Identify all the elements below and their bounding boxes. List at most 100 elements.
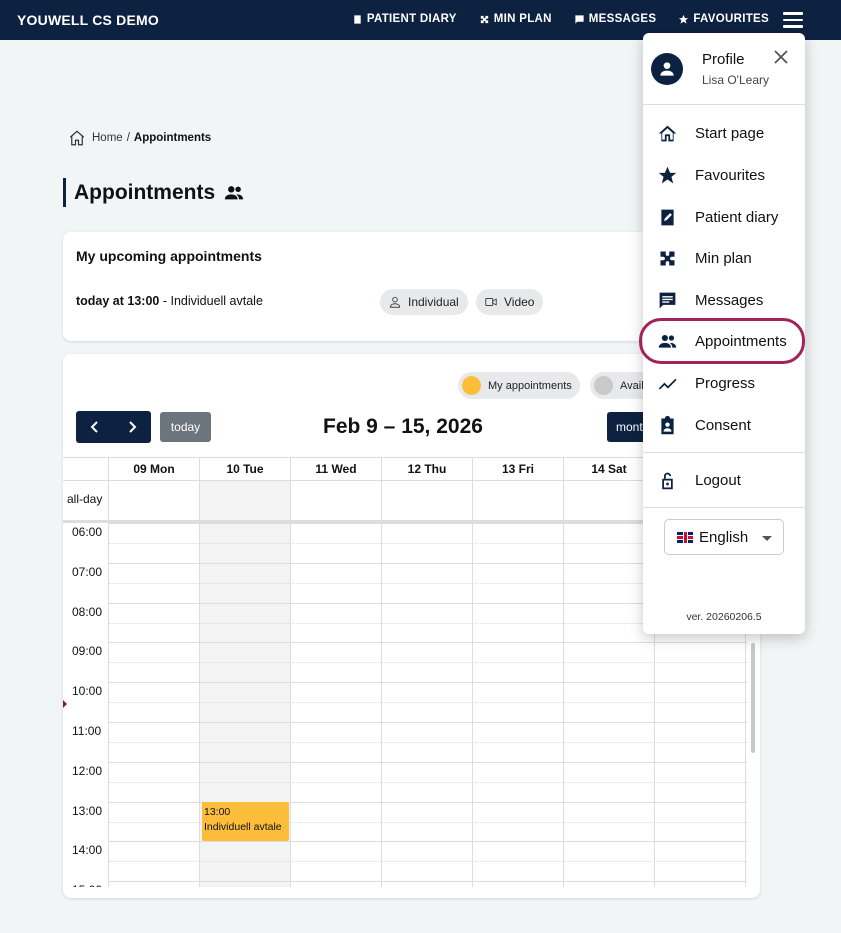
close-icon <box>774 50 788 64</box>
menu-item-label: Start page <box>695 124 765 142</box>
day-header[interactable]: 10 Tue <box>200 457 291 481</box>
menu-item-favourites[interactable]: Favourites <box>643 157 805 193</box>
nav-min-plan[interactable]: MIN PLAN <box>479 13 552 25</box>
half-hour-line <box>109 861 747 863</box>
next-week-button[interactable] <box>114 411 152 443</box>
profile-user-name: Lisa O'Leary <box>702 73 769 87</box>
time-label: 13:00 <box>72 803 103 818</box>
brand-title[interactable]: YOUWELL CS DEMO <box>17 12 159 28</box>
nav-patient-diary[interactable]: PATIENT DIARY <box>352 13 457 25</box>
hour-line <box>109 881 747 883</box>
prev-week-button[interactable] <box>76 411 114 443</box>
breadcrumb-current: Appointments <box>133 132 212 144</box>
nav-messages-label: MESSAGES <box>588 13 657 25</box>
top-nav: PATIENT DIARY MIN PLAN MESSAGES FAVOURIT… <box>352 13 769 25</box>
half-hour-line <box>109 781 747 783</box>
event-time: 13:00 <box>204 806 231 818</box>
legend-my-appointments[interactable]: My appointments <box>458 372 580 399</box>
day-column[interactable] <box>473 523 564 887</box>
day-header[interactable]: 13 Fri <box>473 457 564 481</box>
profile-title[interactable]: Profile <box>702 51 745 68</box>
calendar-header-corner <box>63 457 109 481</box>
menu-item-messages[interactable]: Messages <box>643 282 805 318</box>
day-column[interactable] <box>564 523 655 887</box>
menu-item-label: Messages <box>695 291 764 309</box>
hour-line <box>109 682 747 684</box>
day-column[interactable] <box>291 523 382 887</box>
calendar-event[interactable]: 13:00 Individuell avtale <box>202 802 289 841</box>
star-icon <box>656 164 678 186</box>
day-header[interactable]: 12 Thu <box>382 457 473 481</box>
hour-line <box>109 642 747 644</box>
person-icon <box>660 62 674 76</box>
all-day-cell[interactable] <box>382 481 473 521</box>
time-label: 15:00 <box>72 883 102 887</box>
menu-item-label: Progress <box>695 374 756 392</box>
event-title: Individuell avtale <box>204 821 282 833</box>
all-day-label: all-day <box>67 492 103 506</box>
menu-item-appointments[interactable]: Appointments <box>639 318 805 364</box>
all-day-cell[interactable] <box>564 481 655 521</box>
week-nav-buttons <box>76 411 151 443</box>
diary-icon <box>656 206 678 228</box>
breadcrumb-home[interactable]: Home <box>92 132 123 144</box>
breadcrumb: Home / Appointments <box>68 129 211 147</box>
menu-item-min-plan[interactable]: Min plan <box>643 240 805 276</box>
nav-favourites[interactable]: FAVOURITES <box>678 13 769 25</box>
progress-icon <box>656 372 678 394</box>
nav-messages[interactable]: MESSAGES <box>574 13 657 25</box>
all-day-cell[interactable] <box>473 481 564 521</box>
day-column[interactable] <box>109 523 200 887</box>
individual-chip-label: Individual <box>408 295 459 309</box>
menu-item-patient-diary[interactable]: Patient diary <box>643 199 805 235</box>
person-outline-icon <box>389 296 401 308</box>
close-menu-button[interactable] <box>773 49 789 65</box>
legend-available-dot <box>594 376 613 395</box>
menu-item-start-page[interactable]: Start page <box>643 115 805 151</box>
diary-icon <box>354 14 361 24</box>
day-column[interactable] <box>382 523 473 887</box>
nav-min-plan-label: MIN PLAN <box>493 13 552 25</box>
nav-patient-diary-label: PATIENT DIARY <box>366 13 457 25</box>
calendar-scrollbar[interactable] <box>751 643 755 753</box>
menu-item-logout[interactable]: Logout <box>643 462 805 498</box>
menu-divider <box>643 452 805 453</box>
menu-item-label: Appointments <box>695 332 787 350</box>
appointment-title: - Individuell avtale <box>159 294 263 308</box>
all-day-cell[interactable] <box>109 481 200 521</box>
language-select[interactable]: English <box>664 519 784 555</box>
individual-chip: Individual <box>380 289 468 315</box>
time-label: 14:00 <box>72 843 103 858</box>
menu-item-label: Min plan <box>695 249 752 267</box>
menu-item-label: Logout <box>695 471 741 489</box>
breadcrumb-separator: / <box>126 132 130 144</box>
uk-flag-icon <box>677 531 693 543</box>
lock-open-icon <box>656 469 678 491</box>
home-icon <box>656 122 678 144</box>
day-header[interactable]: 09 Mon <box>109 457 200 481</box>
avatar <box>651 53 683 85</box>
day-header[interactable]: 11 Wed <box>291 457 382 481</box>
home-icon[interactable] <box>68 129 86 147</box>
messages-icon <box>656 289 678 311</box>
video-camera-icon <box>485 298 497 306</box>
hour-line <box>109 841 747 843</box>
hour-line <box>109 722 747 723</box>
menu-item-consent[interactable]: Consent <box>643 407 805 443</box>
all-day-cell[interactable] <box>291 481 382 521</box>
all-day-cell[interactable] <box>200 481 291 521</box>
upcoming-appointment-row[interactable]: today at 13:00 - Individuell avtale <box>76 294 263 308</box>
legend-my-appointments-label: My appointments <box>488 379 572 392</box>
menu-item-progress[interactable]: Progress <box>643 365 805 401</box>
legend-my-appointments-dot <box>462 376 481 395</box>
legend-available-label: Avail <box>620 379 644 392</box>
hamburger-menu-icon[interactable] <box>783 12 803 28</box>
day-header[interactable]: 14 Sat <box>564 457 655 481</box>
people-icon <box>224 185 244 199</box>
menu-item-label: Favourites <box>695 166 766 184</box>
appointment-when: today at 13:00 <box>76 294 160 308</box>
profile-header: Profile Lisa O'Leary <box>643 33 805 105</box>
menu-divider <box>643 507 805 508</box>
today-button[interactable]: today <box>160 412 211 442</box>
plan-icon <box>656 247 678 269</box>
